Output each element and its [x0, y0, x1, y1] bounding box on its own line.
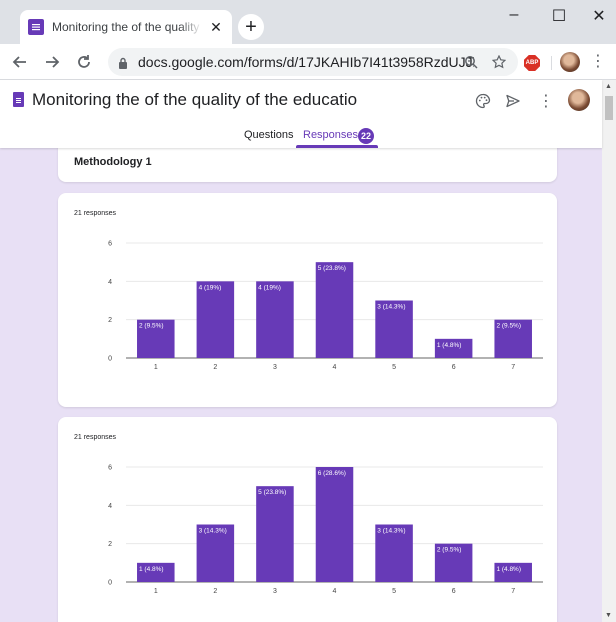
address-bar[interactable]: docs.google.com/forms/d/17JKAHIb7I41t395… [108, 48, 518, 76]
bar-data-label: 4 (19%) [258, 284, 281, 291]
bar-chart: 0 2 4 6 1 (4.8%) 1 3 (14.3%) 2 5 (23.8%) 3 6 (28.6… [108, 465, 543, 595]
new-tab-button[interactable]: + [238, 14, 264, 40]
forward-arrow-icon[interactable] [40, 50, 64, 74]
section-card: Methodology 1 [58, 148, 557, 182]
y-tick-label: 2 [108, 541, 112, 548]
forms-favicon-icon [28, 19, 44, 35]
zoom-icon[interactable] [462, 53, 480, 71]
bar-data-label: 2 (9.5%) [496, 323, 521, 330]
browser-menu-icon[interactable]: ⋮ [590, 52, 606, 72]
x-tick-label: 4 [333, 588, 337, 595]
browser-tab-strip: Monitoring the of the quality of the edu… [0, 0, 616, 44]
close-window-button[interactable]: ✕ [585, 6, 613, 28]
scroll-thumb[interactable] [605, 96, 613, 120]
form-tabs: Questions Responses 22 [0, 124, 602, 148]
tab-close-icon[interactable]: ✕ [208, 19, 224, 36]
bar-chart: 0 2 4 6 2 (9.5%) 1 4 (19%) 2 4 (19%) 3 5 (23.8%) 4 3… [108, 241, 543, 371]
bar-data-label: 5 (23.8%) [318, 265, 346, 272]
tab-responses[interactable]: Responses [303, 129, 358, 141]
forms-doc-icon[interactable] [13, 92, 24, 107]
y-tick-label: 4 [108, 279, 112, 286]
maximize-button[interactable]: ☐ [545, 6, 573, 28]
toolbar-divider [551, 56, 552, 70]
tab-title: Monitoring the of the quality of the edu… [52, 20, 202, 34]
tab-questions[interactable]: Questions [244, 129, 294, 141]
bar-data-label: 4 (19%) [199, 284, 222, 291]
bookmark-star-icon[interactable] [490, 53, 508, 71]
browser-toolbar: docs.google.com/forms/d/17JKAHIb7I41t395… [0, 44, 616, 80]
bar-data-label: 3 (14.3%) [377, 304, 405, 311]
x-tick-label: 5 [392, 364, 396, 371]
responses-count-badge: 22 [358, 128, 374, 144]
reload-icon[interactable] [72, 50, 96, 74]
y-tick-label: 4 [108, 503, 112, 510]
bar-data-label: 1 (4.8%) [437, 342, 462, 349]
palette-icon[interactable] [472, 90, 494, 112]
send-icon[interactable] [502, 90, 524, 112]
y-tick-label: 0 [108, 356, 112, 363]
bar [256, 281, 294, 358]
x-tick-label: 7 [511, 588, 515, 595]
y-tick-label: 2 [108, 317, 112, 324]
x-tick-label: 7 [511, 364, 515, 371]
x-tick-label: 3 [273, 364, 277, 371]
x-tick-label: 6 [452, 364, 456, 371]
y-tick-label: 6 [108, 241, 112, 248]
lock-icon [118, 56, 128, 69]
adblock-plus-icon[interactable]: ABP [524, 55, 540, 71]
account-avatar[interactable] [568, 89, 590, 111]
bar [315, 262, 354, 358]
bar-data-label: 2 (9.5%) [437, 547, 462, 554]
browser-profile-avatar[interactable] [560, 52, 580, 72]
bar-data-label: 5 (23.8%) [258, 489, 286, 496]
browser-tab[interactable]: Monitoring the of the quality of the edu… [20, 10, 232, 44]
page-scrollbar[interactable]: ▲ ▼ [602, 80, 616, 622]
x-tick-label: 4 [333, 364, 337, 371]
chart-card: 21 responses 02461 (4.8%) 1 3 (14.3%) 2 5 (2… [58, 417, 557, 622]
y-tick-label: 6 [108, 465, 112, 472]
scroll-up-icon[interactable]: ▲ [605, 83, 612, 90]
bar [196, 281, 235, 358]
x-tick-label: 1 [154, 588, 158, 595]
bar-data-label: 3 (14.3%) [199, 528, 227, 535]
x-tick-label: 2 [213, 364, 217, 371]
scroll-down-icon[interactable]: ▼ [605, 612, 612, 619]
y-tick-label: 0 [108, 580, 112, 587]
bar-data-label: 6 (28.6%) [318, 470, 346, 477]
x-tick-label: 5 [392, 588, 396, 595]
x-tick-label: 1 [154, 364, 158, 371]
bar [256, 486, 294, 582]
chart-card: 21 responses 02462 (9.5%) 1 4 (19%) 2 4 (19%… [58, 193, 557, 407]
form-title[interactable]: Monitoring the of the quality of the edu… [32, 90, 357, 110]
bar-data-label: 3 (14.3%) [377, 528, 405, 535]
bar-data-label: 2 (9.5%) [139, 323, 164, 330]
x-tick-label: 6 [452, 588, 456, 595]
back-arrow-icon[interactable] [8, 50, 32, 74]
bar [315, 467, 354, 582]
active-tab-indicator [296, 145, 378, 148]
bar-data-label: 1 (4.8%) [496, 566, 521, 573]
section-title: Methodology 1 [74, 156, 152, 168]
responses-content: Methodology 1 21 responses 02462 (9.5%) 1… [0, 148, 602, 622]
more-options-icon[interactable]: ⋮ [535, 90, 557, 112]
x-tick-label: 3 [273, 588, 277, 595]
forms-header: Monitoring the of the quality of the edu… [0, 80, 602, 148]
bar-data-label: 1 (4.8%) [139, 566, 164, 573]
url-text: docs.google.com/forms/d/17JKAHIb7I41t395… [138, 54, 474, 70]
minimize-button[interactable]: – [500, 6, 528, 28]
x-tick-label: 2 [213, 588, 217, 595]
